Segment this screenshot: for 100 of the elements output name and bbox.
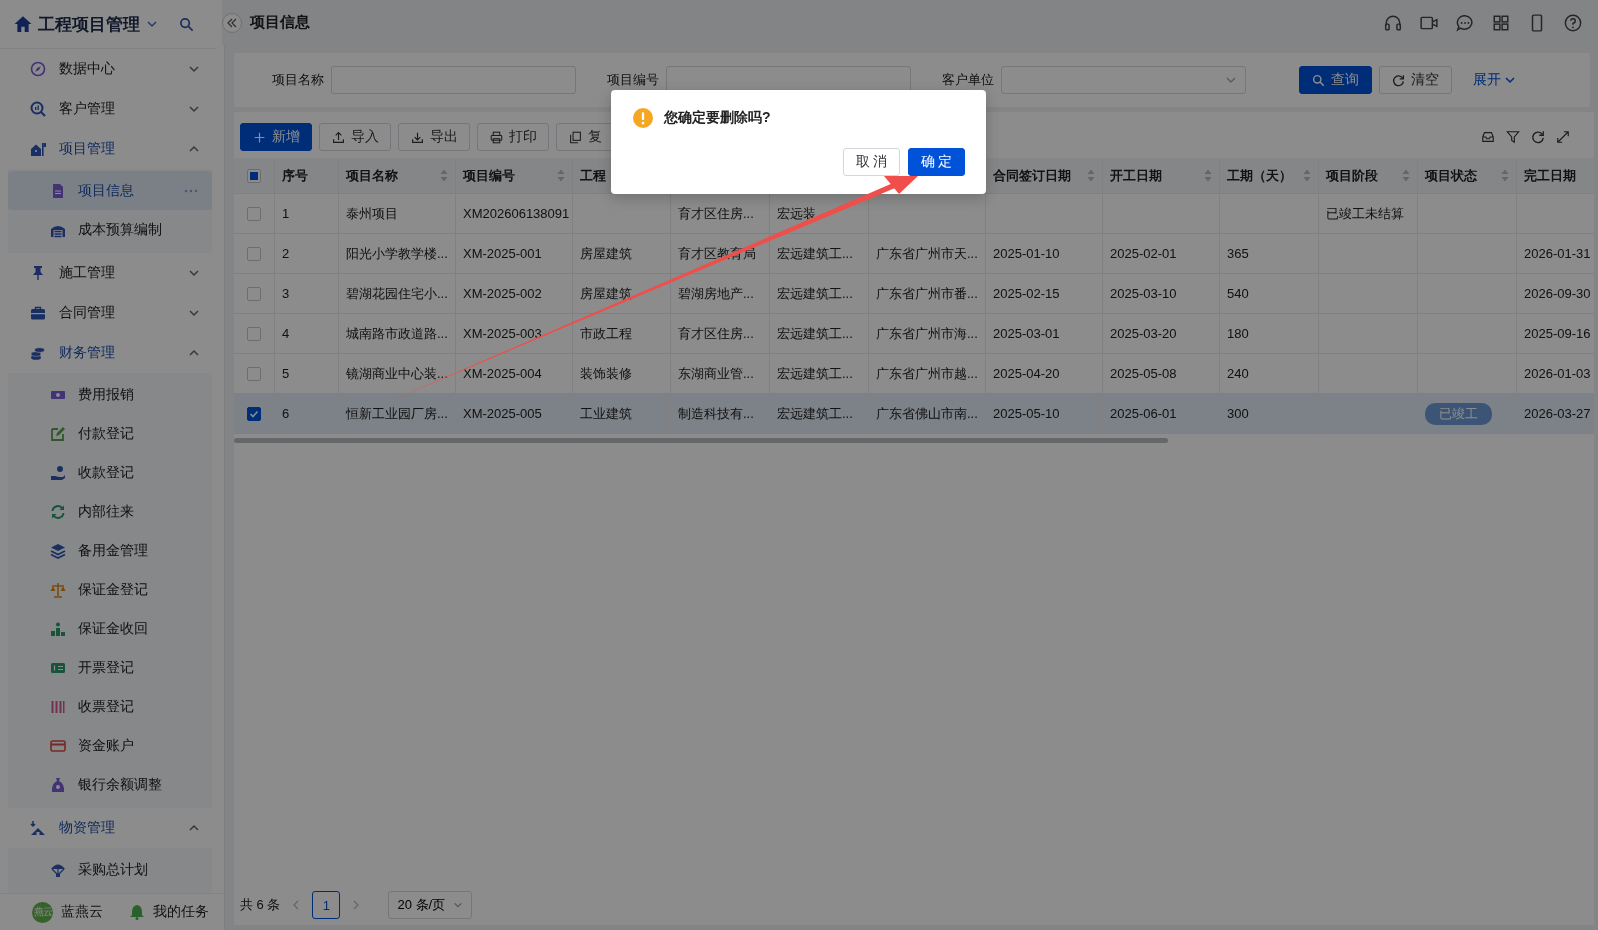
column-header[interactable]: 序号 (282, 166, 308, 185)
sort-icon[interactable] (1501, 169, 1509, 182)
field-label: 项目编号 (607, 71, 659, 89)
table-cell: XM-2025-004 (463, 366, 542, 381)
sort-icon[interactable] (1402, 169, 1410, 182)
toolbar-button[interactable]: 导出 (398, 123, 470, 151)
check-icon (249, 408, 259, 419)
header-checkbox[interactable] (247, 168, 261, 183)
table-cell: XM-2025-005 (463, 406, 542, 421)
table-cell: 1 (282, 206, 290, 221)
row-checkbox[interactable] (247, 406, 261, 421)
app-title[interactable]: 工程项目管理 (38, 12, 140, 36)
submenu-item[interactable]: 内部往来 (8, 492, 212, 531)
expand-link[interactable]: 展开 (1473, 71, 1516, 89)
dialog-message: 您确定要删除吗? (664, 109, 771, 127)
column-header[interactable]: 完工日期 (1524, 166, 1576, 185)
table-cell: 已竣工未结算 (1326, 204, 1404, 223)
tasks-link[interactable]: 我的任务 (153, 903, 209, 921)
table-cell: 2025-04-20 (993, 366, 1060, 381)
sort-icon[interactable] (1204, 169, 1212, 182)
table-cell: XM-2025-003 (463, 326, 542, 341)
submenu-item[interactable]: 费用报销 (8, 375, 212, 414)
row-checkbox[interactable] (247, 366, 261, 381)
chevron-down-icon (1225, 74, 1237, 86)
submenu-item[interactable]: 成本预算编制 (8, 210, 212, 249)
row-checkbox[interactable] (247, 206, 261, 221)
submenu-item[interactable]: 开票登记 (8, 648, 212, 687)
sort-icon[interactable] (1087, 169, 1095, 182)
table-cell: 广东省佛山市南... (876, 404, 978, 423)
horizontal-scrollbar[interactable] (234, 438, 1168, 443)
warning-icon (633, 108, 653, 128)
submenu-item[interactable]: 收款登记 (8, 453, 212, 492)
table-cell: 2026-09-30 (1524, 286, 1591, 301)
submenu-item[interactable]: 收票登记 (8, 687, 212, 726)
warehouse-icon (30, 820, 46, 836)
submenu-item[interactable]: 保证金登记 (8, 570, 212, 609)
column-header[interactable]: 开工日期 (1110, 166, 1162, 185)
coins-icon (30, 345, 46, 361)
table-cell: 3 (282, 286, 290, 301)
sort-icon[interactable] (440, 169, 448, 182)
submenu-item[interactable]: 银行余额调整 (8, 765, 212, 804)
column-header[interactable]: 项目状态 (1425, 166, 1477, 185)
column-header[interactable]: 项目阶段 (1326, 166, 1378, 185)
table-cell: 房屋建筑 (580, 244, 632, 263)
podium-icon (50, 620, 66, 637)
table-cell: 5 (282, 366, 290, 381)
table-cell: 540 (1227, 286, 1249, 301)
table-cell: 恒新工业园厂房... (346, 404, 448, 423)
sort-icon[interactable] (1303, 169, 1311, 182)
row-checkbox[interactable] (247, 326, 261, 341)
table-cell: 2025-03-01 (993, 326, 1060, 341)
table-cell: 2025-06-01 (1110, 406, 1177, 421)
toolbar-button[interactable]: 打印 (477, 123, 549, 151)
hand-coin-icon (50, 464, 66, 481)
caret-icon (453, 900, 464, 910)
sort-icon[interactable] (557, 169, 565, 182)
column-header[interactable]: 合同签订日期 (993, 166, 1071, 185)
page-title: 项目信息 (250, 13, 310, 32)
layers-icon (50, 542, 66, 559)
toolbar-button[interactable]: 导入 (319, 123, 391, 151)
toolbar-button[interactable]: 新增 (240, 123, 312, 151)
column-header[interactable]: 项目编号 (463, 166, 515, 185)
chevron-down-icon (1504, 74, 1516, 86)
confirm-button[interactable]: 确 定 (908, 148, 965, 176)
table-cell: 碧湖房地产... (678, 284, 754, 303)
query-button[interactable]: 查询 (1299, 66, 1372, 94)
table-cell: 6 (282, 406, 290, 421)
row-checkbox[interactable] (247, 246, 261, 261)
total-count: 共 6 条 (240, 896, 281, 914)
briefcase-icon (30, 305, 46, 321)
page-button[interactable]: 1 (312, 891, 341, 919)
table-cell: 2026-01-03 (1524, 366, 1591, 381)
submenu-item[interactable]: 保证金收回 (8, 609, 212, 648)
submenu-item[interactable]: 项目信息 (8, 171, 212, 210)
column-header[interactable]: 项目名称 (346, 166, 398, 185)
column-header[interactable]: 工期（天） (1227, 166, 1292, 185)
submenu-item[interactable]: 资金账户 (8, 726, 212, 765)
select-field[interactable] (1001, 66, 1246, 94)
download-icon (411, 130, 424, 144)
chat-icon (1456, 13, 1474, 32)
cancel-button[interactable]: 取 消 (843, 148, 900, 176)
more-icon[interactable] (184, 188, 198, 193)
refresh-icon (50, 503, 66, 520)
table-cell: 2 (282, 246, 290, 261)
submenu-item[interactable]: 付款登记 (8, 414, 212, 453)
submenu-item[interactable]: 备用金管理 (8, 531, 212, 570)
page-size-select[interactable]: 20 条/页 (388, 891, 473, 919)
table-cell: 工业建筑 (580, 404, 632, 423)
clear-button[interactable]: 清空 (1379, 66, 1452, 94)
input-field[interactable] (331, 66, 576, 94)
field-label: 客户单位 (942, 71, 994, 89)
collapse-button[interactable] (222, 12, 242, 33)
column-header[interactable]: 工程 (580, 166, 606, 185)
double-chevron-left-icon (227, 17, 237, 28)
card-icon (50, 737, 66, 754)
plus-icon (253, 130, 266, 144)
row-checkbox[interactable] (247, 286, 261, 301)
field-label: 项目名称 (272, 71, 324, 89)
user-name[interactable]: 蓝燕云 (61, 903, 103, 921)
compass-icon (30, 61, 46, 77)
